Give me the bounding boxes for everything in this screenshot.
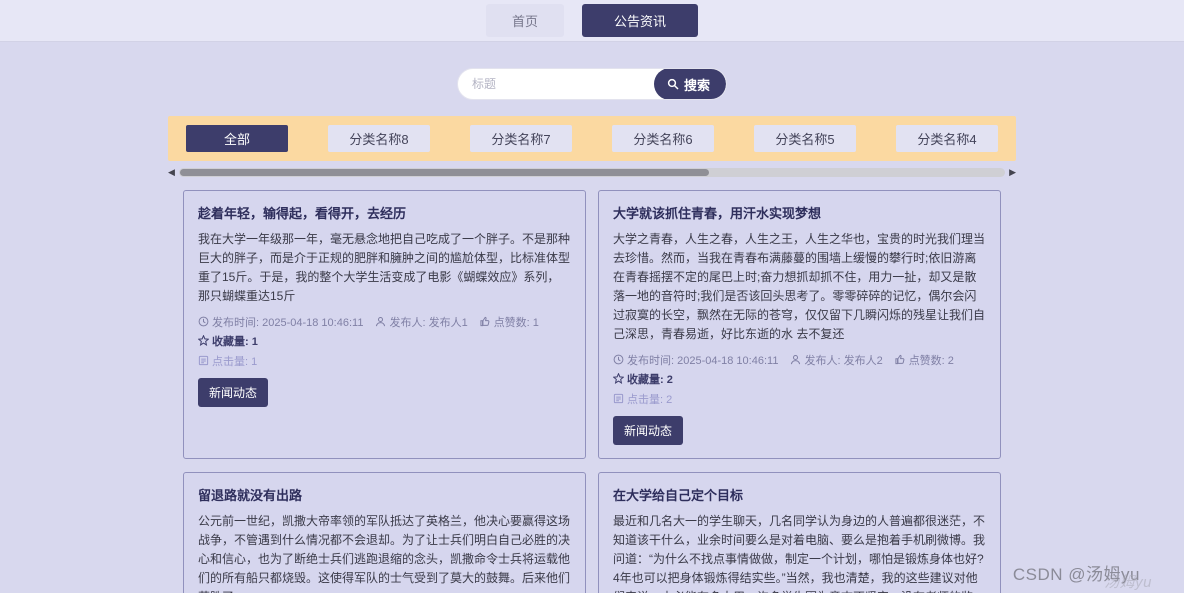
card-body: 公元前一世纪，凯撒大帝率领的军队抵达了英格兰，他决心要赢得这场战争，不管遇到什么… xyxy=(198,512,571,593)
user-icon xyxy=(790,354,801,365)
tab-announcements[interactable]: 公告资讯 xyxy=(582,4,698,37)
category-4[interactable]: 分类名称4 xyxy=(896,125,998,152)
like-icon xyxy=(480,316,491,327)
news-card: 在大学给自己定个目标 最近和几名大一的学生聊天，几名同学认为身边的人普遍都很迷茫… xyxy=(598,472,1001,593)
card-title: 大学就该抓住青春，用汗水实现梦想 xyxy=(613,203,986,222)
like-count[interactable]: 点赞数: 1 xyxy=(480,314,539,330)
category-7[interactable]: 分类名称7 xyxy=(470,125,572,152)
category-scrollbar: ◀ ▶ xyxy=(168,166,1016,178)
views-icon xyxy=(613,393,624,404)
search-button-label: 搜索 xyxy=(684,75,710,94)
news-card: 大学就该抓住青春，用汗水实现梦想 大学之青春，人生之春，人生之王，人生之华也，宝… xyxy=(598,190,1001,459)
news-card-grid: 趁着年轻，输得起，看得开，去经历 我在大学一年级那一年，毫无悬念地把自己吃成了一… xyxy=(183,190,1001,593)
like-count[interactable]: 点赞数: 2 xyxy=(895,352,954,368)
card-body: 最近和几名大一的学生聊天，几名同学认为身边的人普遍都很迷茫，不知道该干什么，业余… xyxy=(613,512,986,593)
scrollbar-track[interactable] xyxy=(179,168,1005,177)
publish-time: 发布时间: 2025-04-18 10:46:11 xyxy=(613,352,778,368)
click-count: 点击量: 1 xyxy=(198,353,571,369)
search-button[interactable]: 搜索 xyxy=(654,68,726,100)
watermark-ghost: 汤姆yu xyxy=(1104,571,1152,592)
search-input[interactable] xyxy=(458,69,654,99)
watermark: CSDN @汤姆yu 汤姆yu xyxy=(1013,560,1140,585)
click-count: 点击量: 2 xyxy=(613,391,986,407)
category-6[interactable]: 分类名称6 xyxy=(612,125,714,152)
views-icon xyxy=(198,355,209,366)
category-bar: 全部 分类名称8 分类名称7 分类名称6 分类名称5 分类名称4 xyxy=(168,116,1016,161)
news-tag-button[interactable]: 新闻动态 xyxy=(613,416,683,445)
search-box: 搜索 xyxy=(457,68,727,100)
news-card: 留退路就没有出路 公元前一世纪，凯撒大帝率领的军队抵达了英格兰，他决心要赢得这场… xyxy=(183,472,586,593)
star-icon xyxy=(198,335,209,346)
user-icon xyxy=(375,316,386,327)
card-meta: 发布时间: 2025-04-18 10:46:11 发布人: 发布人1 点赞数:… xyxy=(198,314,571,349)
category-5[interactable]: 分类名称5 xyxy=(754,125,856,152)
like-icon xyxy=(895,354,906,365)
search-icon xyxy=(667,78,679,90)
card-title: 留退路就没有出路 xyxy=(198,485,571,504)
scroll-left-arrow[interactable]: ◀ xyxy=(168,168,175,177)
scrollbar-thumb[interactable] xyxy=(180,169,709,176)
favorite-count[interactable]: 收藏量: 1 xyxy=(198,333,258,349)
publisher: 发布人: 发布人2 xyxy=(790,352,882,368)
tab-home[interactable]: 首页 xyxy=(486,4,564,37)
star-icon xyxy=(613,373,624,384)
clock-icon xyxy=(613,354,624,365)
card-body: 我在大学一年级那一年，毫无悬念地把自己吃成了一个胖子。不是那种巨大的胖子，而是介… xyxy=(198,230,571,306)
card-body: 大学之青春，人生之春，人生之王，人生之华也，宝贵的时光我们理当去珍惜。然而，当我… xyxy=(613,230,986,344)
category-all[interactable]: 全部 xyxy=(186,125,288,152)
news-tag-button[interactable]: 新闻动态 xyxy=(198,378,268,407)
news-card: 趁着年轻，输得起，看得开，去经历 我在大学一年级那一年，毫无悬念地把自己吃成了一… xyxy=(183,190,586,459)
card-meta: 发布时间: 2025-04-18 10:46:11 发布人: 发布人2 点赞数:… xyxy=(613,352,986,387)
favorite-count[interactable]: 收藏量: 2 xyxy=(613,371,673,387)
card-title: 趁着年轻，输得起，看得开，去经历 xyxy=(198,203,571,222)
publisher: 发布人: 发布人1 xyxy=(375,314,467,330)
scroll-right-arrow[interactable]: ▶ xyxy=(1009,168,1016,177)
category-8[interactable]: 分类名称8 xyxy=(328,125,430,152)
search-bar: 搜索 xyxy=(0,68,1184,100)
card-title: 在大学给自己定个目标 xyxy=(613,485,986,504)
clock-icon xyxy=(198,316,209,327)
top-nav: 首页 公告资讯 xyxy=(0,0,1184,42)
publish-time: 发布时间: 2025-04-18 10:46:11 xyxy=(198,314,363,330)
